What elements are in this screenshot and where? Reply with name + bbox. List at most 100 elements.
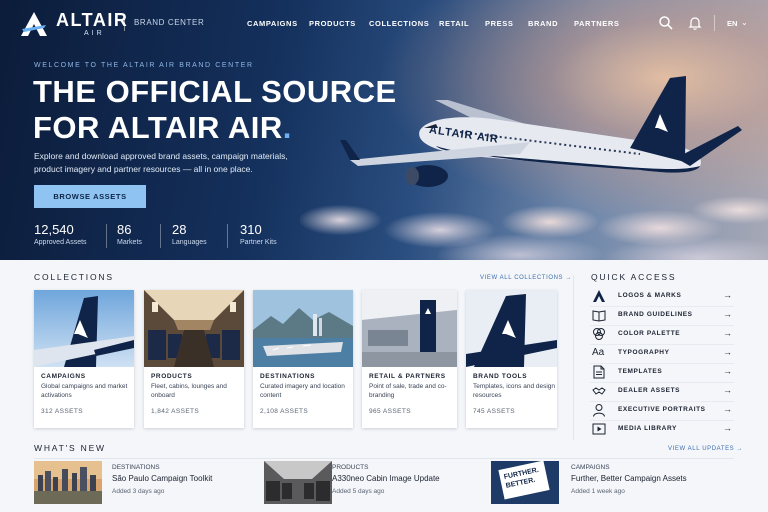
palette-icon: [593, 328, 605, 340]
card-asset-count: 2,108 ASSETS: [260, 408, 309, 415]
arrow-right-icon: →: [723, 404, 732, 414]
news-date: Added 5 days ago: [332, 488, 385, 495]
view-all-updates-link[interactable]: VIEW ALL UPDATES →: [668, 446, 743, 452]
whats-new-title: WHAT'S NEW: [34, 443, 106, 453]
quick-access-media-library[interactable]: MEDIA LIBRARY →: [590, 421, 734, 439]
hero-headline-dot: .: [282, 110, 292, 145]
quick-access-brand-guidelines[interactable]: BRAND GUIDELINES →: [590, 307, 734, 325]
products-cabin-image: [144, 290, 244, 367]
quick-access-dealer-assets[interactable]: DEALER ASSETS →: [590, 383, 734, 401]
template-icon: [593, 365, 605, 379]
card-title: DESTINATIONS: [260, 373, 316, 380]
chevron-down-icon[interactable]: ⌄: [741, 18, 748, 27]
news-campaign-image[interactable]: FURTHER. BETTER.: [491, 461, 559, 504]
nav-divider: [124, 15, 125, 31]
book-icon: [592, 310, 606, 322]
arrow-right-icon: →: [723, 290, 732, 300]
nav-divider-right: [714, 15, 715, 31]
news-title-link[interactable]: Further, Better Campaign Assets: [571, 474, 687, 483]
news-date: Added 3 days ago: [112, 488, 165, 495]
quick-access-label: TEMPLATES: [618, 368, 663, 375]
nav-link-retail[interactable]: RETAIL: [439, 19, 469, 28]
typography-icon: Aa: [592, 347, 605, 358]
news-sao-paulo-image[interactable]: [34, 461, 102, 504]
handshake-icon: [592, 387, 606, 395]
search-icon[interactable]: [658, 15, 674, 31]
stat-value: 28: [172, 222, 187, 237]
hero-airplane-image: [340, 76, 742, 187]
news-title-link[interactable]: A330neo Cabin Image Update: [332, 474, 440, 483]
browse-assets-button[interactable]: BROWSE ASSETS: [34, 185, 146, 208]
retail-partners-image: [362, 290, 457, 367]
top-navigation: ALTAIR AIR BRAND CENTER CAMPAIGNS PRODUC…: [0, 0, 768, 46]
stat-value: 12,540: [34, 222, 74, 237]
card-asset-count: 965 ASSETS: [369, 408, 411, 415]
quick-access-templates[interactable]: TEMPLATES →: [590, 364, 734, 382]
card-title: RETAIL & PARTNERS: [369, 373, 446, 380]
brand-subname: AIR: [84, 30, 105, 37]
arrow-right-icon: →: [723, 309, 732, 319]
play-icon: [592, 423, 606, 435]
language-selector[interactable]: EN: [727, 19, 737, 28]
hero-eyebrow: WELCOME TO THE ALTAIR AIR BRAND CENTER: [34, 62, 254, 69]
quick-access-label: EXECUTIVE PORTRAITS: [618, 406, 706, 413]
stat-label: Markets: [117, 239, 142, 246]
hero-banner: ALTAIR AIR ALTAIR AIR BRAND CENTER CAMPA…: [0, 0, 768, 260]
hero-description: Explore and download approved brand asse…: [34, 151, 288, 174]
brand-center-label: BRAND CENTER: [134, 18, 205, 27]
destinations-image: [253, 290, 353, 367]
whats-new-divider: [34, 458, 734, 459]
stat-separator: [160, 224, 161, 248]
stat-separator: [106, 224, 107, 248]
news-cabin-image[interactable]: [264, 461, 332, 504]
nav-link-products[interactable]: PRODUCTS: [309, 19, 356, 28]
card-description: Curated imagery and location content: [260, 383, 345, 399]
quick-access-label: DEALER ASSETS: [618, 387, 681, 394]
nav-link-partners[interactable]: PARTNERS: [574, 19, 620, 28]
quick-access-title: QUICK ACCESS: [591, 272, 677, 282]
brand-name: ALTAIR: [56, 10, 129, 30]
news-title-link[interactable]: São Paulo Campaign Toolkit: [112, 474, 212, 483]
hero-headline-line1: THE OFFICIAL SOURCE: [33, 74, 397, 109]
arrow-right-icon: →: [723, 385, 732, 395]
quick-access-typography[interactable]: Aa TYPOGRAPHY →: [590, 345, 734, 363]
nav-link-campaigns[interactable]: CAMPAIGNS: [247, 19, 298, 28]
quick-access-logos-marks[interactable]: LOGOS & MARKS →: [590, 288, 734, 306]
stat-value: 310: [240, 222, 262, 237]
person-icon: [593, 404, 605, 417]
quick-access-color-palette[interactable]: COLOR PALETTE →: [590, 326, 734, 344]
arrow-right-icon: →: [723, 366, 732, 376]
news-campaign-thumb-text: FURTHER. BETTER.: [498, 461, 550, 500]
stat-partner-kits: 310 Partner Kits: [240, 222, 277, 246]
card-title: BRAND TOOLS: [473, 373, 528, 380]
brand-tools-image: [466, 290, 557, 367]
arrow-right-icon: →: [723, 328, 732, 338]
quick-access-label: MEDIA LIBRARY: [618, 425, 677, 432]
stat-approved-assets: 12,540 Approved Assets: [34, 222, 87, 246]
stat-label: Languages: [172, 239, 207, 246]
hero-headline-line2: FOR ALTAIR AIR.: [33, 110, 397, 146]
logo-icon: [593, 290, 605, 302]
campaigns-image: [34, 290, 134, 367]
bell-icon[interactable]: [687, 15, 703, 31]
view-all-collections-link[interactable]: VIEW ALL COLLECTIONS →: [480, 275, 572, 281]
quick-access-label: BRAND GUIDELINES: [618, 311, 693, 318]
news-date: Added 1 week ago: [571, 488, 625, 495]
quick-access-executive-portraits[interactable]: EXECUTIVE PORTRAITS →: [590, 402, 734, 420]
card-description: Templates, icons and design resources: [473, 383, 556, 399]
nav-link-brand[interactable]: BRAND: [528, 19, 558, 28]
collections-title: COLLECTIONS: [34, 272, 114, 282]
card-asset-count: 312 ASSETS: [41, 408, 83, 415]
card-description: Global campaigns and market activations: [41, 383, 128, 399]
hero-headline: THE OFFICIAL SOURCE FOR ALTAIR AIR.: [33, 74, 397, 146]
quick-access-label: COLOR PALETTE: [618, 330, 681, 337]
card-description: Point of sale, trade and co-branding: [369, 383, 447, 399]
arrow-right-icon: →: [723, 423, 732, 433]
nav-link-press[interactable]: PRESS: [485, 19, 513, 28]
quick-access-label: TYPOGRAPHY: [618, 349, 670, 356]
nav-link-collections[interactable]: COLLECTIONS: [369, 19, 429, 28]
card-asset-count: 1,842 ASSETS: [151, 408, 200, 415]
card-asset-count: 745 ASSETS: [473, 408, 515, 415]
altair-logo-icon[interactable]: [20, 11, 48, 37]
stat-label: Approved Assets: [34, 239, 87, 246]
